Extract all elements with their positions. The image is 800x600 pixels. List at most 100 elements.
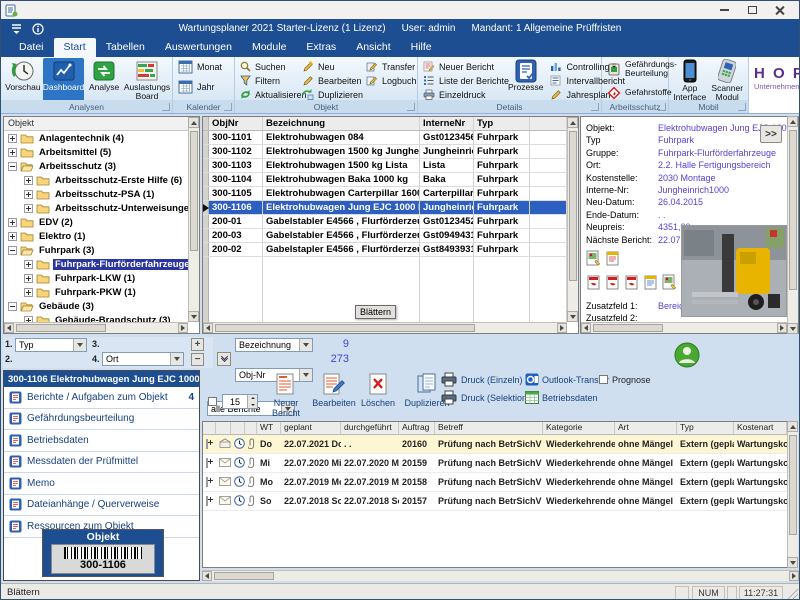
print-selection-icon[interactable] (441, 390, 457, 410)
menu-tab-auswertungen[interactable]: Auswertungen (155, 38, 242, 57)
transfer-button[interactable]: Transfer (363, 60, 415, 73)
bearbeiten-toolbar-button[interactable]: Bearbeiten (309, 372, 359, 409)
object-row[interactable]: 300-1104Elektrohubwagen Baka 1000 kgBaka… (203, 173, 567, 187)
druck-selektion-label[interactable]: Druck (Selektion) (461, 393, 530, 403)
dialog-launcher-icon[interactable] (407, 103, 415, 111)
object-row[interactable]: 200-01Gabelstabler E4566 , Flurförderzeu… (203, 215, 567, 229)
report-row-highlighted[interactable]: Do 22.07.2021 Do . . 20160 Prüfung nach … (203, 435, 787, 454)
betriebsdaten-icon[interactable] (525, 391, 539, 409)
object-row[interactable]: 200-02Gabelstapler E4566 , Flurförderzeu… (203, 243, 567, 257)
expand-icon[interactable] (8, 148, 17, 157)
nav-item-dateianhaenge[interactable]: Dateianhänge / Querverweise (4, 495, 199, 517)
expand-details-button[interactable]: >> (760, 125, 782, 143)
objects-table-vertical-scrollbar[interactable] (567, 117, 578, 322)
analyse-button[interactable]: Analyse (84, 58, 124, 102)
collapse-icon[interactable] (8, 162, 17, 171)
tree-item[interactable]: Fuhrpark-LKW (1) (4, 271, 188, 285)
auslastungsboard-button[interactable]: Auslastungs Board (124, 58, 170, 102)
details-outer-scrollbar[interactable] (787, 116, 798, 334)
dialog-launcher-icon[interactable] (591, 103, 599, 111)
tree-item[interactable]: Gebäude (3) (4, 299, 188, 313)
column-header-wt[interactable]: WT (257, 422, 281, 434)
resize-grip[interactable] (786, 588, 798, 600)
maximize-button[interactable] (745, 4, 759, 16)
tree-item[interactable]: Elektro (1) (4, 229, 188, 243)
menu-tab-module[interactable]: Module (242, 38, 296, 57)
expand-icon[interactable] (8, 218, 17, 227)
page-size-checkbox[interactable] (208, 397, 217, 406)
prognose-label[interactable]: Prognose (612, 375, 651, 385)
menu-tab-hilfe[interactable]: Hilfe (401, 38, 442, 57)
column-header-auftrag[interactable]: Auftrag (399, 422, 435, 434)
tree-item[interactable]: EDV (2) (4, 215, 188, 229)
add-filter-button[interactable]: + (191, 338, 204, 351)
neuer-bericht-toolbar-button[interactable]: Neuer Bericht (263, 372, 309, 419)
page-size-spinner[interactable]: 15 (222, 394, 258, 409)
minimize-button[interactable] (717, 4, 731, 16)
expand-row-icon[interactable] (206, 439, 208, 449)
gefaehrdungsbeurteilung-button[interactable]: Gefährdungs- Beurteilung (604, 58, 672, 80)
column-header-typ[interactable]: Typ (677, 422, 734, 434)
nav-item-berichte[interactable]: Berichte / Aufgaben zum Objekt 4 (4, 387, 199, 409)
expand-row-icon[interactable] (206, 496, 208, 506)
sort-field1-select[interactable]: Bezeichnung (235, 338, 313, 352)
menu-tab-ansicht[interactable]: Ansicht (346, 38, 400, 57)
nav-item-messdaten[interactable]: Messdaten der Prüfmittel (4, 452, 199, 474)
tree-horizontal-scrollbar[interactable] (4, 322, 188, 333)
app-interface-button[interactable]: App Interface (671, 58, 709, 102)
menu-tab-start[interactable]: Start (54, 38, 96, 57)
menu-tab-extras[interactable]: Extras (296, 38, 346, 57)
expand-icon[interactable] (24, 288, 33, 297)
image-attachment-icon[interactable] (662, 274, 678, 295)
monat-button[interactable]: Monat (175, 60, 225, 73)
filtern-button[interactable]: Filtern (237, 74, 299, 87)
document-attachment-icon[interactable] (643, 274, 659, 295)
nav-item-betriebsdaten[interactable]: Betriebsdaten (4, 430, 199, 452)
column-header-internenr[interactable]: InterneNr (420, 117, 474, 130)
collapse-icon[interactable] (8, 302, 17, 311)
jahr-button[interactable]: Jahr (175, 80, 225, 93)
expand-icon[interactable] (24, 176, 33, 185)
document-attachment-icon[interactable] (605, 250, 621, 271)
object-row[interactable]: 300-1101Elektrohubwagen 084Gst0123456Fuh… (203, 131, 567, 145)
expand-icon[interactable] (24, 190, 33, 199)
column-header-kostenart[interactable]: Kostenart (734, 422, 787, 434)
tree-item[interactable]: Fuhrpark-PKW (1) (4, 285, 188, 299)
image-attachment-icon[interactable] (586, 250, 602, 271)
object-row[interactable]: 300-1103Elektrohubwagen 1500 kg ListaLis… (203, 159, 567, 173)
loeschen-toolbar-button[interactable]: Löschen (357, 372, 399, 409)
expand-icon[interactable] (24, 204, 33, 213)
suchen-button[interactable]: Suchen (237, 60, 299, 73)
expand-sort-button[interactable] (217, 352, 231, 366)
tree-item[interactable]: Anlagentechnik (4) (4, 131, 188, 145)
pdf-attachment-icon[interactable] (624, 274, 640, 295)
column-header-betreff[interactable]: Betreff (435, 422, 543, 434)
prognose-checkbox[interactable] (599, 375, 608, 384)
expand-icon[interactable] (24, 274, 33, 283)
neu-button[interactable]: Neu (299, 60, 363, 73)
object-row[interactable]: 200-03Gabelstabler E4566 , Flurförderzeu… (203, 229, 567, 243)
column-header-objnr[interactable]: ObjNr (209, 117, 263, 130)
reports-horizontal-scrollbar[interactable] (202, 570, 799, 581)
user-status-icon[interactable] (673, 341, 701, 374)
dialog-launcher-icon[interactable] (162, 103, 170, 111)
objects-table-horizontal-scrollbar[interactable] (203, 322, 567, 333)
details-horizontal-scrollbar[interactable] (581, 322, 787, 333)
pdf-attachment-icon[interactable] (586, 274, 602, 295)
nav-item-gefaehrdungsbeurteilung[interactable]: Gefährdungsbeurteilung (4, 409, 199, 431)
expand-icon[interactable] (8, 232, 17, 241)
column-header-art[interactable]: Art (615, 422, 677, 434)
report-row[interactable]: Mi 22.07.2020 Mi 22.07.2020 Mi 20159 Prü… (203, 454, 787, 473)
filter1-select[interactable]: Typ (15, 338, 87, 352)
column-header-kategorie[interactable]: Kategorie (543, 422, 615, 434)
expand-row-icon[interactable] (206, 477, 208, 487)
pdf-attachment-icon[interactable] (605, 274, 621, 295)
tree-item[interactable]: Arbeitsschutz (3) (4, 159, 188, 173)
print-single-icon[interactable] (441, 372, 457, 392)
dialog-launcher-icon[interactable] (224, 103, 232, 111)
tree-item[interactable]: Arbeitsschutz-Erste Hilfe (6) (4, 173, 188, 187)
tree-vertical-scrollbar[interactable] (188, 117, 199, 322)
dashboard-button[interactable]: Dashboard (43, 58, 85, 102)
tree-item[interactable]: Arbeitsschutz-Unterweisungen (4, 201, 188, 215)
column-header-durchgefuehrt[interactable]: durchgeführt (341, 422, 399, 434)
